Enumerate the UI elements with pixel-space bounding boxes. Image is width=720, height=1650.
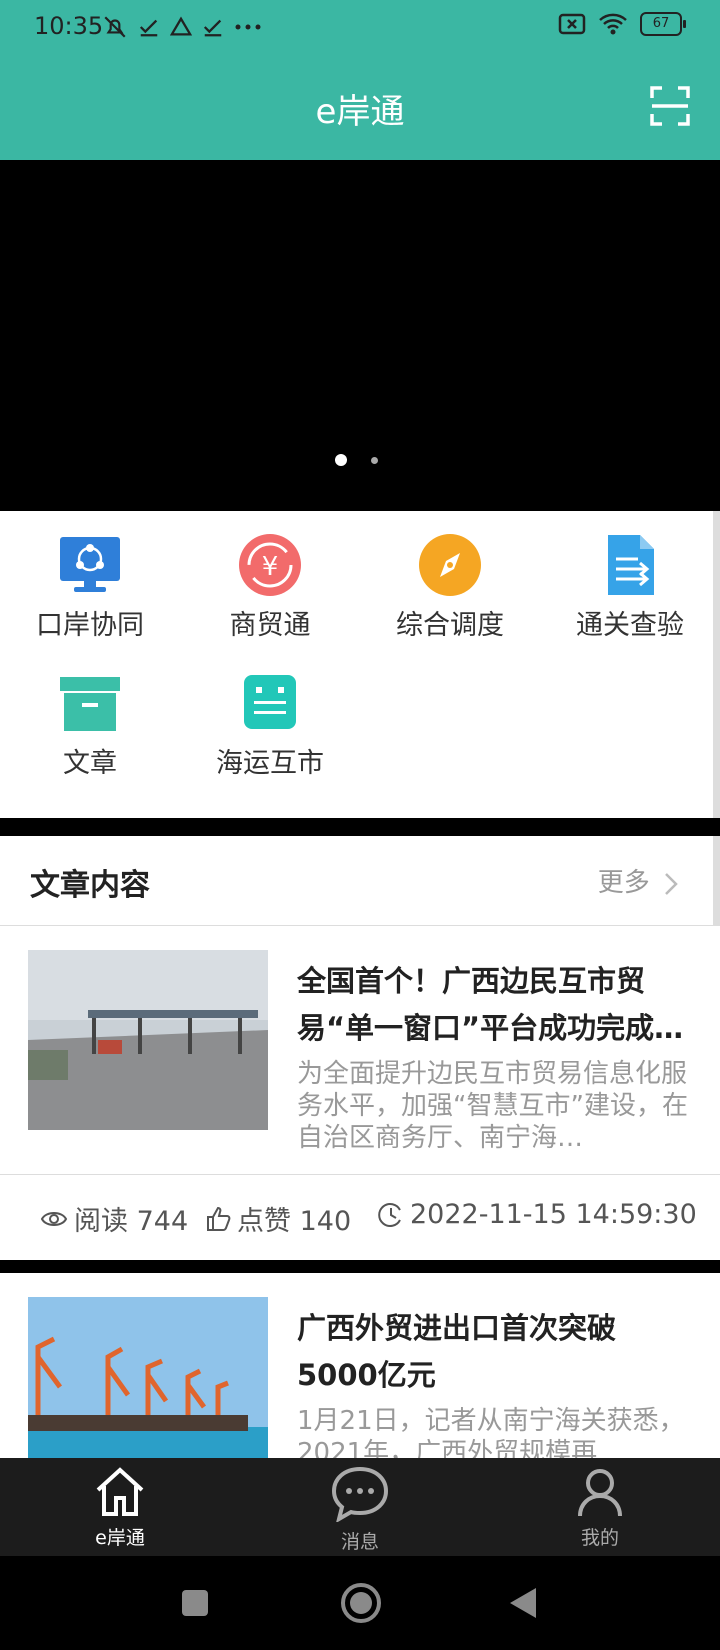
grid-item-trade[interactable]: ¥ 商贸通 [180, 533, 360, 642]
check-icon [139, 19, 158, 37]
status-bar: 10:35 67 [0, 0, 720, 56]
svg-text:¥: ¥ [262, 552, 279, 582]
read-count: 阅读 744 [40, 1199, 188, 1238]
grid-item-label: 综合调度 [396, 610, 504, 641]
status-time: 10:35 [34, 12, 104, 40]
tab-label: 消息 [340, 1531, 379, 1553]
thumbs-up-icon [207, 1206, 231, 1231]
chevron-right-icon [665, 872, 678, 895]
document-arrow-icon [608, 535, 654, 595]
archive-box-icon [60, 677, 120, 731]
wifi-icon [599, 13, 627, 35]
more-link[interactable]: 更多 [598, 862, 680, 899]
divider [0, 1260, 720, 1273]
recents-button[interactable] [180, 1588, 210, 1618]
tab-profile[interactable]: 我的 [540, 1466, 660, 1550]
yen-exchange-icon: ¥ [239, 534, 301, 596]
tab-home[interactable]: e岸通 [60, 1466, 180, 1550]
home-button[interactable] [340, 1582, 382, 1624]
like-count-label: 点赞 140 [237, 1206, 352, 1237]
message-icon [331, 1466, 389, 1524]
mute-icon [104, 16, 126, 38]
grid-item-dispatch[interactable]: 综合调度 [360, 533, 540, 642]
carousel-indicator [335, 454, 378, 466]
scan-icon[interactable] [650, 86, 690, 126]
function-grid: 口岸协同 ¥ 商贸通 综合调度 通关查验 文章 海运互市 [0, 511, 713, 818]
grid-item-label: 海运互市 [216, 748, 324, 779]
more-dots-icon [235, 24, 261, 30]
publish-time: 2022-11-15 14:59:30 [378, 1199, 697, 1230]
chat-list-icon [244, 675, 296, 729]
grid-item-customs[interactable]: 通关查验 [540, 533, 720, 642]
tab-label: e岸通 [95, 1527, 145, 1549]
article-card[interactable]: 广西外贸进出口首次突破5000亿元 1月21日，记者从南宁海关获悉，2021年，… [0, 1273, 720, 1458]
grid-item-shipping[interactable]: 海运互市 [180, 671, 360, 780]
battery-icon: 67 [640, 12, 686, 36]
article-thumbnail [28, 1297, 268, 1458]
back-button[interactable] [508, 1586, 538, 1620]
article-excerpt: 为全面提升边民互市贸易信息化服务水平，加强“智慧互市”建设，在自治区商务厅、南宁… [297, 1059, 688, 1153]
divider [0, 818, 720, 836]
bottom-tab-bar: e岸通 消息 我的 [0, 1458, 720, 1556]
home-icon [96, 1467, 144, 1516]
sim-off-icon [558, 13, 586, 35]
article-title: 全国首个！广西边民互市贸易“单一窗口”平台成功完成… [297, 964, 684, 1045]
banner-carousel[interactable] [0, 160, 720, 511]
article-meta: 阅读 744 点赞 140 2022-11-15 14:59:30 [0, 1174, 720, 1261]
check-icon [203, 19, 222, 37]
notification-icons [102, 14, 262, 40]
grid-item-label: 商贸通 [229, 610, 311, 641]
article-excerpt: 1月21日，记者从南宁海关获悉，2021年，广西外贸规模再 [297, 1406, 685, 1458]
compass-icon [419, 534, 481, 596]
carousel-dot [371, 456, 378, 464]
grid-item-label: 口岸协同 [36, 610, 144, 641]
grid-item-port-collab[interactable]: 口岸协同 [0, 533, 180, 642]
carousel-dot-active [335, 454, 347, 466]
app-bar: e岸通 [0, 56, 720, 160]
eye-icon [40, 1211, 68, 1226]
publish-time-label: 2022-11-15 14:59:30 [410, 1199, 697, 1230]
grid-item-label: 通关查验 [576, 610, 684, 641]
clock-icon [378, 1202, 401, 1227]
grid-item-label: 文章 [63, 748, 117, 779]
scrollbar[interactable] [713, 511, 720, 818]
triangle-app-icon [170, 16, 192, 36]
article-card[interactable]: 全国首个！广西边民互市贸易“单一窗口”平台成功完成… 为全面提升边民互市贸易信息… [0, 926, 720, 1174]
grid-item-articles[interactable]: 文章 [0, 671, 180, 780]
page-title: e岸通 [315, 92, 405, 132]
monitor-network-icon [60, 537, 120, 592]
system-nav-bar [0, 1556, 720, 1650]
tab-label: 我的 [580, 1527, 619, 1549]
read-count-label: 阅读 744 [74, 1206, 189, 1237]
section-title: 文章内容 [30, 868, 150, 903]
article-title: 广西外贸进出口首次突破5000亿元 [297, 1311, 617, 1392]
user-icon [578, 1469, 622, 1517]
tab-messages[interactable]: 消息 [300, 1466, 420, 1554]
section-header: 文章内容 更多 [0, 836, 720, 926]
more-label: 更多 [597, 868, 650, 898]
like-count[interactable]: 点赞 140 [205, 1199, 351, 1238]
article-thumbnail [28, 950, 268, 1130]
